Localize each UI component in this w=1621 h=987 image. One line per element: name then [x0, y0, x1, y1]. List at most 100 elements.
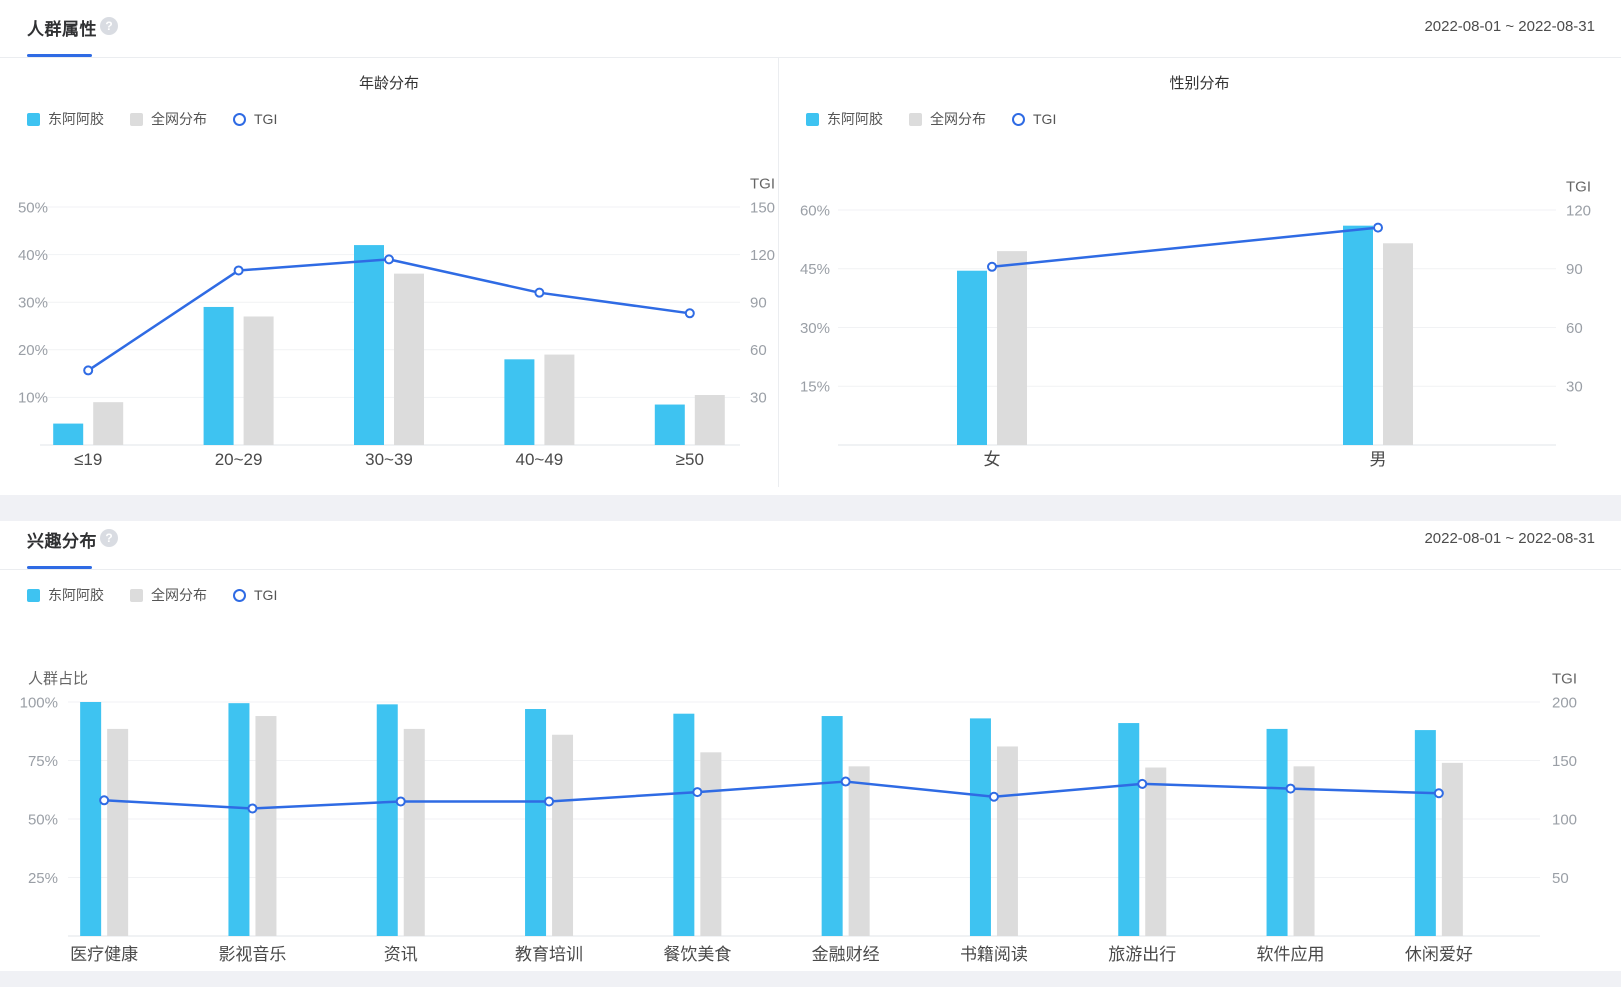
tgi-line: [104, 782, 1439, 809]
brand-bar[interactable]: [354, 245, 384, 445]
right-axis-title: TGI: [1552, 670, 1577, 687]
legend-item-brand[interactable]: 东阿阿胶: [27, 585, 104, 605]
brand-bar[interactable]: [1415, 730, 1436, 936]
network-bar[interactable]: [1383, 243, 1413, 445]
tgi-point[interactable]: [990, 793, 998, 801]
tgi-point[interactable]: [988, 263, 996, 271]
network-bar[interactable]: [1294, 766, 1315, 936]
legend-label: TGI: [254, 587, 277, 603]
brand-bar[interactable]: [204, 307, 234, 445]
brand-bar[interactable]: [822, 716, 843, 936]
category-label: 男: [1370, 450, 1387, 469]
network-bar[interactable]: [1442, 763, 1463, 936]
brand-bar[interactable]: [1343, 226, 1373, 445]
tgi-ring-icon: [233, 113, 246, 126]
gender-chart-legend: 东阿阿胶 全网分布 TGI: [806, 109, 1056, 129]
tgi-point[interactable]: [235, 266, 243, 274]
tgi-point[interactable]: [1374, 224, 1382, 232]
network-bar[interactable]: [700, 752, 721, 936]
right-axis-tick: 30: [750, 390, 767, 407]
gender-chart-title: 性别分布: [778, 72, 1621, 93]
brand-bar[interactable]: [228, 703, 249, 936]
left-axis-tick: 45%: [800, 261, 830, 278]
tab-interest-distribution[interactable]: 兴趣分布: [27, 527, 97, 552]
right-axis-tick: 100: [1552, 811, 1577, 828]
legend-item-tgi[interactable]: TGI: [233, 587, 277, 603]
left-axis-tick: 10%: [18, 390, 48, 407]
network-bar[interactable]: [404, 729, 425, 936]
category-label: 休闲爱好: [1405, 945, 1473, 964]
network-bar[interactable]: [997, 746, 1018, 936]
brand-bar[interactable]: [970, 718, 991, 936]
help-icon[interactable]: ?: [100, 529, 118, 547]
tgi-point[interactable]: [842, 778, 850, 786]
tgi-point[interactable]: [1287, 785, 1295, 793]
right-axis-tick: 90: [750, 294, 767, 311]
network-bar[interactable]: [695, 395, 725, 445]
category-label: 40~49: [516, 450, 564, 469]
legend-item-tgi[interactable]: TGI: [1012, 111, 1056, 127]
left-axis-tick: 50%: [28, 811, 58, 828]
legend-item-network[interactable]: 全网分布: [130, 109, 207, 129]
network-bar[interactable]: [255, 716, 276, 936]
legend-label: 全网分布: [151, 585, 207, 605]
brand-bar[interactable]: [53, 424, 83, 445]
tgi-point[interactable]: [100, 796, 108, 804]
left-axis-tick: 60%: [800, 202, 830, 219]
network-bar[interactable]: [1145, 768, 1166, 936]
brand-bar[interactable]: [673, 714, 694, 936]
age-chart-legend: 东阿阿胶 全网分布 TGI: [27, 109, 277, 129]
right-axis-tick: 90: [1566, 261, 1583, 278]
right-axis-tick: 60: [750, 342, 767, 359]
tgi-point[interactable]: [385, 255, 393, 263]
right-axis-tick: 150: [750, 199, 775, 216]
gender-chart-canvas: 15%30%45%60%306090120TGI女男: [778, 150, 1621, 485]
network-bar[interactable]: [997, 251, 1027, 445]
brand-bar[interactable]: [1118, 723, 1139, 936]
brand-color-chip: [27, 589, 40, 602]
brand-bar[interactable]: [1267, 729, 1288, 936]
brand-bar[interactable]: [655, 405, 685, 445]
legend-item-brand[interactable]: 东阿阿胶: [27, 109, 104, 129]
legend-item-brand[interactable]: 东阿阿胶: [806, 109, 883, 129]
interest-chart-legend: 东阿阿胶 全网分布 TGI: [27, 585, 277, 605]
brand-bar[interactable]: [80, 702, 101, 936]
help-icon[interactable]: ?: [100, 17, 118, 35]
tgi-point[interactable]: [693, 788, 701, 796]
tgi-point[interactable]: [397, 797, 405, 805]
category-label: 30~39: [365, 450, 413, 469]
legend-item-network[interactable]: 全网分布: [909, 109, 986, 129]
tgi-point[interactable]: [248, 804, 256, 812]
category-label: 资讯: [384, 945, 418, 964]
tgi-point[interactable]: [535, 289, 543, 297]
network-bar[interactable]: [394, 274, 424, 445]
right-axis-tick: 120: [1566, 202, 1591, 219]
brand-bar[interactable]: [525, 709, 546, 936]
network-bar[interactable]: [552, 735, 573, 936]
tgi-point[interactable]: [686, 309, 694, 317]
left-axis-tick: 40%: [18, 247, 48, 264]
network-bar[interactable]: [544, 355, 574, 445]
left-axis-tick: 20%: [18, 342, 48, 359]
legend-label: TGI: [254, 111, 277, 127]
legend-item-network[interactable]: 全网分布: [130, 585, 207, 605]
network-color-chip: [130, 113, 143, 126]
dashboard-page: 人群属性 ? 2022-08-01 ~ 2022-08-31 年龄分布 东阿阿胶…: [0, 0, 1621, 987]
network-color-chip: [909, 113, 922, 126]
tgi-point[interactable]: [1138, 780, 1146, 788]
interest-chart-canvas: 25%50%75%100%50100150200TGI人群占比医疗健康影视音乐资…: [0, 640, 1621, 975]
left-axis-tick: 25%: [28, 870, 58, 887]
tab-audience-attributes[interactable]: 人群属性: [27, 15, 97, 40]
brand-bar[interactable]: [504, 359, 534, 445]
network-bar[interactable]: [244, 316, 274, 445]
legend-item-tgi[interactable]: TGI: [233, 111, 277, 127]
brand-bar[interactable]: [377, 704, 398, 936]
tgi-point[interactable]: [1435, 789, 1443, 797]
network-bar[interactable]: [107, 729, 128, 936]
network-bar[interactable]: [93, 402, 123, 445]
tgi-point[interactable]: [545, 797, 553, 805]
tgi-point[interactable]: [84, 366, 92, 374]
network-bar[interactable]: [849, 766, 870, 936]
date-range: 2022-08-01 ~ 2022-08-31: [1424, 530, 1595, 547]
brand-bar[interactable]: [957, 271, 987, 445]
